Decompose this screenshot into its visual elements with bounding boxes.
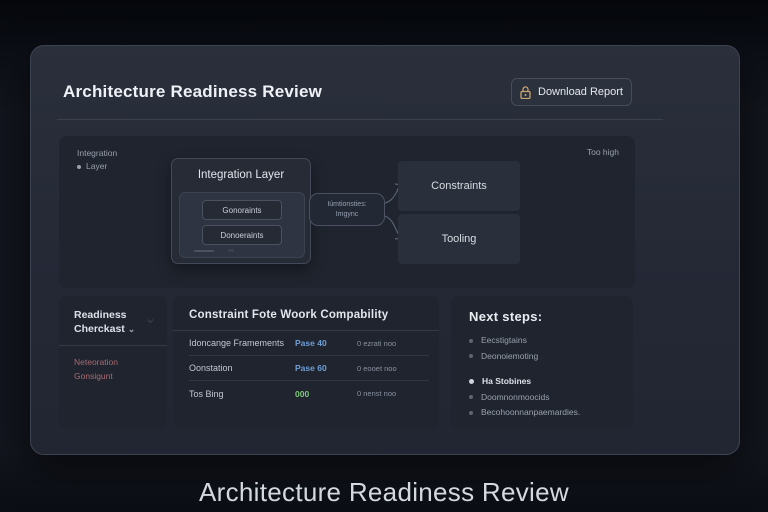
compatibility-table-panel: Constraint Fote Woork Compability Idonca… (173, 296, 439, 429)
checklist-item: Neteoration (74, 357, 118, 367)
list-item-emphasized: Ha Stobines (469, 374, 633, 390)
tooling-node: Tooling (398, 214, 520, 264)
row-value: Pase 60 (295, 363, 327, 373)
checklist-item: Gonsigunt (74, 371, 113, 381)
inner-tick-decoration (228, 249, 234, 252)
architecture-diagram-panel: Integration Layer Too high Integration L… (59, 136, 635, 288)
lock-icon (520, 85, 531, 99)
table-row: Tos Bing 000 0 nenst noo (189, 381, 429, 406)
next-steps-title: Next steps: (469, 309, 543, 324)
integration-layer-inner-panel: Gonoraints Donoeraints (179, 192, 305, 258)
list-item: Becohoonnanpaemardies. (469, 405, 633, 421)
step-label: Becohoonnanpaemardies. (481, 407, 581, 417)
row-value: Pase 40 (295, 338, 327, 348)
legend-line-2: Layer (86, 161, 108, 171)
header-divider (57, 119, 663, 120)
screenshot-stage: Architecture Readiness Review Download R… (0, 0, 768, 512)
constraints-node: Constraints (398, 161, 520, 211)
connector-label-pill: Iúmtionsties: Imgync (309, 193, 385, 226)
page-title: Architecture Readiness Review (63, 82, 323, 101)
compatibility-table-title: Constraint Fote Woork Compability (189, 309, 389, 321)
list-item: Doomnonmoocids (469, 390, 633, 406)
integration-layer-box: Integration Layer Gonoraints Donoeraints (171, 158, 311, 264)
bottom-caption: Architecture Readiness Review (199, 477, 569, 507)
table-row: Oonstation Pase 60 0 eooet noo (189, 356, 429, 381)
diagram-legend: Integration Layer (77, 147, 117, 173)
bullet-icon (469, 338, 473, 343)
row-label: Oonstation (189, 363, 233, 373)
connector-label-line-1: Iúmtionsties: (327, 200, 367, 208)
step-label: Doomnonmoocids (481, 391, 550, 402)
bullet-icon (469, 395, 473, 400)
row-label: Idoncange Framements (189, 338, 285, 348)
step-label: Eecstigtains (481, 335, 527, 345)
step-label: Deonoiemoting (481, 350, 539, 361)
row-label: Tos Bing (189, 388, 224, 399)
integration-sub-box-2: Donoeraints (202, 225, 282, 245)
inner-dash-decoration (194, 250, 214, 252)
row-status: 0 nenst noo (357, 389, 397, 398)
integration-sub-box-1: Gonoraints (202, 200, 282, 220)
next-steps-list: Eecstigtains Deonoiemoting Ha Stobines D… (451, 324, 633, 421)
connector-label-line-2: Imgync (335, 210, 359, 218)
bullet-icon (469, 354, 473, 359)
next-steps-panel: Next steps: Eecstigtains Deonoiemoting H… (451, 296, 633, 429)
bullet-icon (469, 410, 473, 415)
step-label: Ha Stobines (482, 376, 532, 386)
list-item: Eecstigtains (469, 333, 633, 349)
row-status: 0 ezrati noo (357, 338, 397, 348)
list-item: Deonoiemoting (469, 349, 633, 365)
table-row: Idoncange Framements Pase 40 0 ezrati no… (189, 331, 429, 356)
chevron-down-icon: ⌄ (127, 324, 136, 334)
legend-line-1: Integration (77, 148, 118, 158)
review-card: Architecture Readiness Review Download R… (30, 45, 740, 455)
checklist-title-line-2: Cherckast (74, 323, 125, 335)
row-value: 000 (295, 388, 310, 399)
diagram-corner-label: Too high (586, 147, 619, 157)
bullet-icon (469, 379, 474, 385)
readiness-checklist-panel: ⌄ Readiness Cherckast ⌄ Neteoration Gonsi… (59, 296, 167, 429)
row-status: 0 eooet noo (357, 363, 397, 373)
chevron-watermark-icon: ⌄ (143, 310, 157, 327)
integration-layer-title: Integration Layer (197, 169, 285, 181)
legend-bullet-icon (77, 164, 81, 169)
download-report-label: Download Report (538, 86, 623, 98)
download-report-button[interactable]: Download Report (511, 78, 632, 106)
